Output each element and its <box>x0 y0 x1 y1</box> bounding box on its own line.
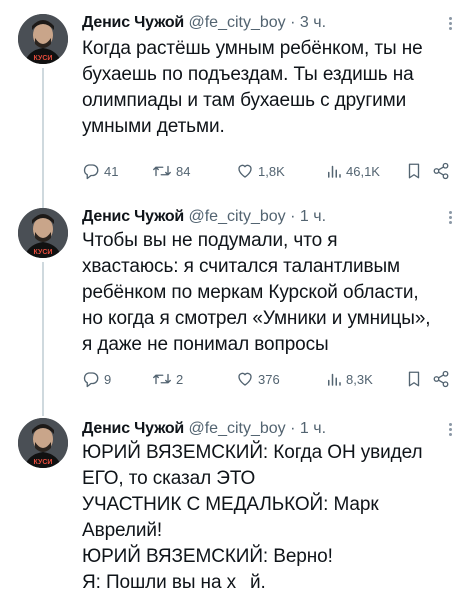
author-name[interactable]: Денис Чужой <box>82 420 184 437</box>
author-name[interactable]: Денис Чужой <box>82 208 184 225</box>
tweet-text-line: умными детьми. <box>82 116 225 137</box>
bookmark-icon <box>408 371 420 387</box>
retweet-count: 2 <box>176 371 184 387</box>
tweet[interactable]: КУСИ Денис Чужой @fe_city_boy · 3 ч. Ког… <box>0 0 473 208</box>
retweet-count: 84 <box>176 163 191 179</box>
avatar[interactable]: КУСИ <box>18 208 68 258</box>
more-options-icon[interactable] <box>443 206 457 228</box>
separator: · <box>290 420 296 437</box>
reply-count: 41 <box>104 163 119 179</box>
views-icon <box>328 373 341 386</box>
reply-icon <box>83 164 99 180</box>
tweet-text: Чтобы вы не подумали, что я хвастаюсь: я… <box>82 228 455 358</box>
thread-line <box>42 262 44 412</box>
author-handle[interactable]: @fe_city_boy <box>188 208 285 225</box>
avatar-image: КУСИ <box>18 14 68 64</box>
bookmark-button[interactable] <box>406 162 432 180</box>
timestamp[interactable]: 1 ч. <box>300 420 326 437</box>
tweet-text-line: Я: Пошли вы на х й. <box>82 570 455 596</box>
tweet-text-fragment: й. <box>250 572 266 593</box>
avatar[interactable]: КУСИ <box>18 418 68 468</box>
like-button[interactable]: 1,8K <box>236 162 326 180</box>
tweet-header: Денис Чужой @fe_city_boy · 1 ч. <box>82 418 443 440</box>
retweet-button[interactable]: 84 <box>152 162 236 180</box>
timestamp[interactable]: 1 ч. <box>300 208 326 225</box>
tweet-text-line: хвастаюсь: я считался талантливым <box>82 256 400 277</box>
tweet-text-line: но когда я смотрел «Умники и умницы», <box>82 308 431 329</box>
tweet-text-line: ребёнком по меркам Курской области, <box>82 282 419 303</box>
avatar-caption: КУСИ <box>34 55 53 62</box>
views-count: 46,1K <box>346 163 380 179</box>
tweet-text-line: ЮРИЙ ВЯЗЕМСКИЙ: Когда ОН увидел <box>82 442 423 463</box>
reply-icon <box>83 372 99 388</box>
views-count: 8,3K <box>346 371 373 387</box>
views-button[interactable]: 8,3K <box>326 370 406 388</box>
thread-line <box>42 406 44 416</box>
separator: · <box>290 14 296 31</box>
avatar-image: КУСИ <box>18 208 68 258</box>
tweet-text: ЮРИЙ ВЯЗЕМСКИЙ: Когда ОН увидел ЕГО, то … <box>82 440 455 596</box>
separator: · <box>290 208 296 225</box>
views-icon <box>328 165 341 178</box>
author-handle[interactable]: @fe_city_boy <box>188 14 285 31</box>
author-handle[interactable]: @fe_city_boy <box>188 420 285 437</box>
reply-button[interactable]: 41 <box>82 162 152 180</box>
tweet-text-line: Чтобы вы не подумали, что я <box>82 230 338 251</box>
reply-count: 9 <box>104 371 112 387</box>
like-button[interactable]: 376 <box>236 370 326 388</box>
redacted-letter <box>236 572 250 593</box>
like-icon <box>238 164 252 178</box>
reply-button[interactable]: 9 <box>82 370 152 388</box>
share-button[interactable] <box>432 162 454 180</box>
tweet-text-line: олимпиады и там бухаешь с другими <box>82 90 407 111</box>
like-count: 376 <box>258 371 280 387</box>
tweet-actions: 41 84 1,8K 46,1K <box>82 160 457 182</box>
tweet-text-line: УЧАСТНИК С МЕДАЛЬКОЙ: Марк <box>82 494 379 515</box>
tweet-header: Денис Чужой @fe_city_boy · 3 ч. <box>82 12 443 34</box>
tweet[interactable]: КУСИ Денис Чужой @fe_city_boy · 1 ч. Что… <box>0 196 473 412</box>
more-options-icon[interactable] <box>443 418 457 440</box>
thread-line <box>42 196 44 206</box>
tweet-text-line: ЕГО, то сказал ЭТО <box>82 468 256 489</box>
more-options-icon[interactable] <box>443 12 457 34</box>
tweet-text: Когда растёшь умным ребёнком, ты не буха… <box>82 36 455 140</box>
tweet-actions: 9 2 376 8,3K <box>82 368 457 390</box>
tweet-text-line: Аврелий! <box>82 520 163 541</box>
retweet-icon <box>153 373 171 385</box>
bookmark-icon <box>408 163 420 179</box>
share-button[interactable] <box>432 370 454 388</box>
retweet-button[interactable]: 2 <box>152 370 236 388</box>
avatar[interactable]: КУСИ <box>18 14 68 64</box>
bookmark-button[interactable] <box>406 370 432 388</box>
tweet-text-fragment: Я: Пошли вы на х <box>82 572 236 593</box>
avatar-image: КУСИ <box>18 418 68 468</box>
tweet-text-line: ЮРИЙ ВЯЗЕМСКИЙ: Верно! <box>82 546 333 567</box>
share-icon <box>433 162 449 180</box>
share-icon <box>433 370 449 388</box>
author-name[interactable]: Денис Чужой <box>82 14 184 31</box>
tweet-header: Денис Чужой @fe_city_boy · 1 ч. <box>82 206 443 228</box>
tweet-text-line: Когда растёшь умным ребёнком, ты не <box>82 38 423 59</box>
tweet-text-line: я даже не понимал вопросы <box>82 334 329 355</box>
thread-line <box>42 68 44 208</box>
avatar-caption: КУСИ <box>34 459 53 466</box>
like-count: 1,8K <box>258 163 285 179</box>
tweet-text-line: бухаешь по подъездам. Ты ездишь на <box>82 64 414 85</box>
retweet-icon <box>153 165 171 177</box>
timestamp[interactable]: 3 ч. <box>300 14 326 31</box>
tweet[interactable]: КУСИ Денис Чужой @fe_city_boy · 1 ч. ЮРИ… <box>0 406 473 612</box>
views-button[interactable]: 46,1K <box>326 162 406 180</box>
avatar-caption: КУСИ <box>34 249 53 256</box>
like-icon <box>238 372 252 386</box>
